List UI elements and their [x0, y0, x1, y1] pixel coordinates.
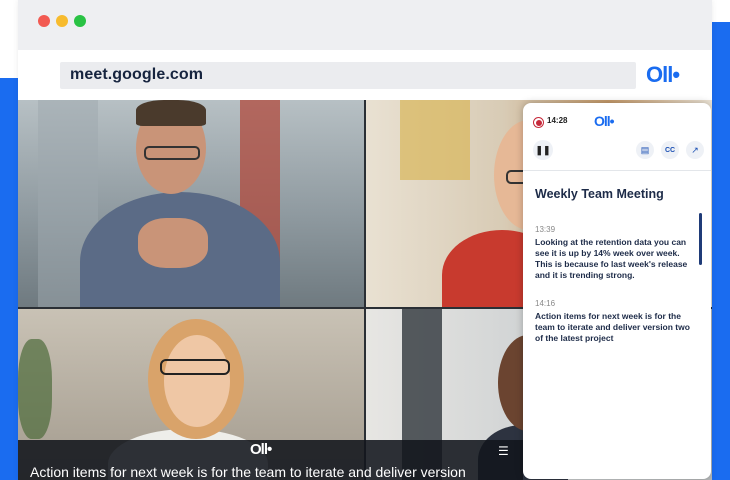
live-caption-bar: Oll• ☰ Action items for next week is for… [18, 440, 523, 480]
recording-indicator-icon [533, 117, 544, 128]
cc-icon[interactable]: CC [661, 141, 679, 159]
otter-caption-logo: Oll• [250, 441, 272, 458]
video-tile-participant-1[interactable] [18, 100, 364, 307]
browser-titlebar [18, 0, 712, 50]
transcript-text: Looking at the retention data you can se… [535, 237, 688, 280]
transcript-entry[interactable]: 13:39 Looking at the retention data you … [535, 225, 693, 281]
share-icon[interactable]: ↗ [686, 141, 704, 159]
transcript-scrollbar[interactable] [699, 213, 702, 265]
caption-settings-icon[interactable]: ☰ [498, 444, 509, 458]
close-window-button[interactable] [38, 15, 50, 27]
transcript-entry[interactable]: 14:16 Action items for next week is for … [535, 299, 693, 344]
meeting-title: Weekly Team Meeting [535, 187, 664, 201]
browser-window: meet.google.com Oll• Oll• ☰ Action items… [18, 0, 712, 480]
otter-transcript-panel: 14:28 Oll• ❚❚ ▤ CC ↗ Weekly Team Meeting… [523, 103, 711, 479]
otter-panel-logo: Oll• [594, 113, 615, 129]
notes-icon[interactable]: ▤ [636, 141, 654, 159]
address-bar[interactable]: meet.google.com [60, 62, 636, 89]
live-caption-text: Action items for next week is for the te… [30, 464, 466, 480]
url-text: meet.google.com [70, 66, 204, 83]
panel-divider [523, 170, 711, 171]
transcript-timestamp: 13:39 [535, 225, 556, 234]
otter-extension-logo[interactable]: Oll• [646, 62, 680, 88]
transcript-timestamp: 14:16 [535, 299, 556, 308]
minimize-window-button[interactable] [56, 15, 68, 27]
maximize-window-button[interactable] [74, 15, 86, 27]
pause-icon[interactable]: ❚❚ [533, 140, 553, 160]
transcript-text: Action items for next week is for the te… [535, 311, 690, 343]
recording-time: 14:28 [547, 116, 568, 125]
